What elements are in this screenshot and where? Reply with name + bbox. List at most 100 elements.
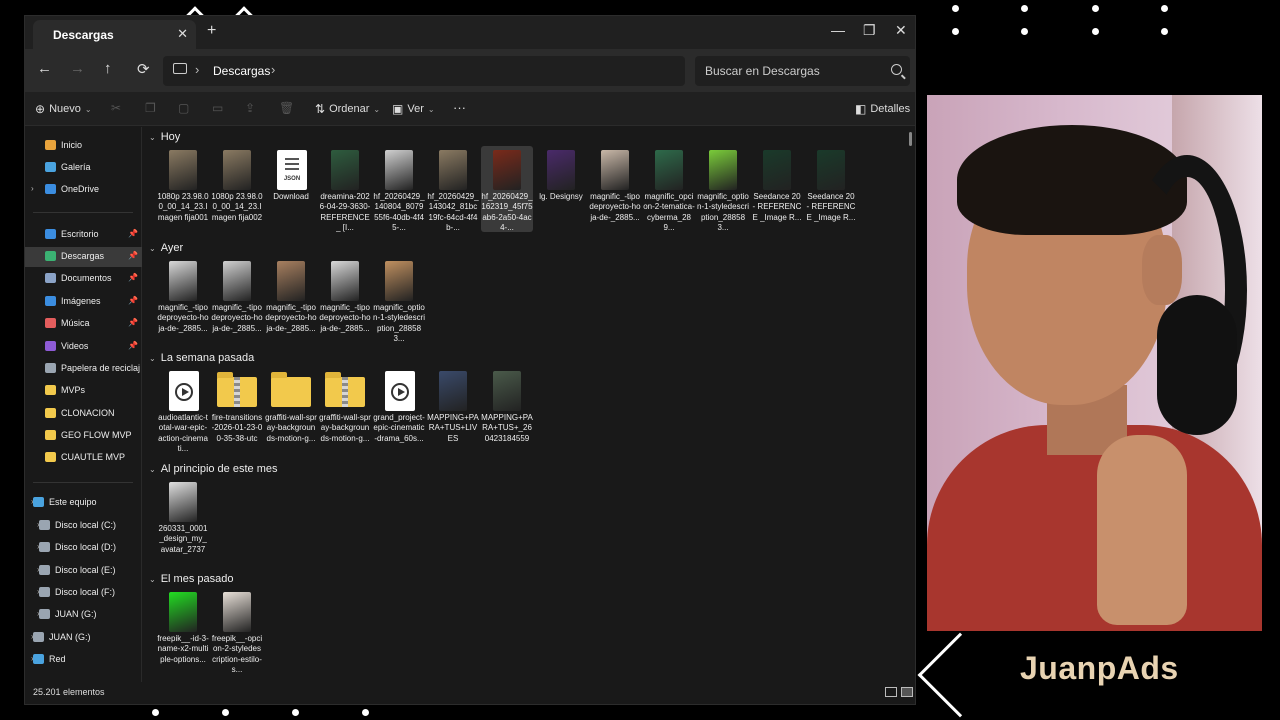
sidebar-item-disco-local-d[interactable]: ›Disco local (D:) [25,538,142,558]
copy-icon[interactable]: ❐ [145,101,156,115]
sidebar-item-clonacion[interactable]: CLONACION [25,404,142,424]
file-item[interactable]: 260331_0001_design_my_avatar_2737 [157,478,209,564]
file-item[interactable]: magnific_opcion-2-tematica-cyberma_289..… [643,146,695,232]
sidebar-item-m-sica[interactable]: Música 📌 [25,314,142,334]
group-header[interactable]: ⌄ Hoy [149,131,180,143]
share-icon[interactable]: ⇪ [245,101,255,115]
file-name: magnific_-tipodeproyecto-hoja-de-_2885..… [319,303,371,333]
details-button[interactable]: ◧ Detalles [855,102,910,116]
collapse-chevron-icon[interactable]: ⌄ [149,244,156,253]
file-item[interactable]: grand_project-epic-cinematic-drama_60s..… [373,367,425,453]
file-item[interactable]: magnific_-tipodeproyecto-hoja-de-_2885..… [265,257,317,343]
navigation-bar: ← → ↑ ⟳ › Descargas › Buscar en Descarga… [25,49,915,93]
sidebar-item-descargas[interactable]: Descargas 📌 [25,247,142,267]
up-button[interactable]: ↑ [104,60,112,77]
sidebar-item-inicio[interactable]: Inicio [25,136,142,156]
sidebar-item-disco-local-e[interactable]: ›Disco local (E:) [25,561,142,581]
sidebar-item-red[interactable]: ›Red [25,650,142,670]
new-tab-button[interactable]: + [207,22,216,40]
file-item[interactable]: magnific_-tipodeproyecto-hoja-de-_2885..… [211,257,263,343]
breadcrumb-descargas[interactable]: Descargas [213,64,270,78]
file-item[interactable]: hf_20260429_143042_81bc19fc-64cd-4f4b-..… [427,146,479,232]
file-item[interactable]: magnific_-tipodeproyecto-hoja-de-_2885..… [589,146,641,232]
file-item[interactable]: JSON Download [265,146,317,232]
sidebar-item-disco-local-f[interactable]: ›Disco local (F:) [25,583,142,603]
file-item[interactable]: Seedance 20 - REFERENCE _Image R... [751,146,803,232]
file-item[interactable]: freepik__-id-3-name-x2-multiple-options.… [157,588,209,674]
collapse-chevron-icon[interactable]: ⌄ [149,575,156,584]
sidebar-item-este-equipo[interactable]: ›Este equipo [25,493,142,513]
file-item[interactable]: MAPPING+PARA+TUS+LIVES [427,367,479,453]
sidebar-item-escritorio[interactable]: Escritorio 📌 [25,225,142,245]
file-item[interactable]: graffiti-wall-spray-backgrounds-motion-g… [319,367,371,453]
file-item[interactable]: audioatlantic-total-war-epic-action-cine… [157,367,209,453]
image-thumbnail [709,150,737,190]
file-item[interactable]: MAPPING+PARA+TUS+_260423184559 [481,367,533,453]
sidebar-item-onedrive[interactable]: › OneDrive [25,180,142,200]
pin-icon: 📌 [128,296,138,305]
maximize-button[interactable]: ❐ [863,22,876,39]
paste-icon[interactable]: ▢ [178,101,189,115]
details-label: Detalles [870,103,911,115]
sidebar-item-cuautle-mvp[interactable]: CUAUTLE MVP [25,448,142,468]
tiles-view-button[interactable] [901,687,913,697]
file-item[interactable]: magnific_-tipodeproyecto-hoja-de-_2885..… [157,257,209,343]
file-item[interactable]: Seedance 20 - REFERENCE _Image R... [805,146,857,232]
group-header[interactable]: ⌄ La semana pasada [149,352,254,364]
sidebar-item-label: Galería [61,162,91,172]
sidebar-item-geo-flow-mvp[interactable]: GEO FLOW MVP [25,426,142,446]
group-header[interactable]: ⌄ El mes pasado [149,573,233,585]
delete-icon[interactable]: 🗑 [279,101,294,115]
sidebar-item-videos[interactable]: Videos 📌 [25,337,142,357]
address-bar[interactable]: › Descargas › [163,56,685,86]
new-button[interactable]: ⊕ Nuevo ⌄ [35,102,92,116]
collapse-chevron-icon[interactable]: ⌄ [149,465,156,474]
file-item[interactable]: magnific_option-1-styledescription_28858… [697,146,749,232]
sidebar-item-galer-a[interactable]: Galería [25,158,142,178]
sidebar-item-papelera-de-reciclaje[interactable]: Papelera de reciclaje [25,359,142,379]
sidebar-item-juan-g[interactable]: ›JUAN (G:) [25,605,142,625]
file-item[interactable]: 1080p 23.98.00_00_14_23.Imagen fija001 [157,146,209,232]
sidebar-item-disco-local-c[interactable]: ›Disco local (C:) [25,516,142,536]
sort-button[interactable]: ⇅ Ordenar ⌄ [315,102,380,116]
file-item[interactable]: graffiti-wall-spray-backgrounds-motion-g… [265,367,317,453]
collapse-chevron-icon[interactable]: ⌄ [149,133,156,142]
view-button[interactable]: ▣ Ver ⌄ [392,102,435,116]
back-button[interactable]: ← [37,60,52,77]
scrollbar-thumb[interactable] [909,132,912,146]
sidebar-item-documentos[interactable]: Documentos 📌 [25,269,142,289]
sidebar-item-icon [45,296,56,306]
expand-chevron-icon[interactable]: › [31,184,34,193]
refresh-button[interactable]: ⟳ [137,60,150,78]
file-item[interactable]: freepik__-opcion-2-styledescription-esti… [211,588,263,674]
file-item[interactable]: hf_20260429_140804_807955f6-40db-4f45-..… [373,146,425,232]
search-input[interactable]: Buscar en Descargas [695,56,910,86]
cut-icon[interactable]: ✂ [111,101,121,115]
file-item[interactable]: magnific_-tipodeproyecto-hoja-de-_2885..… [319,257,371,343]
sidebar-item-mvps[interactable]: MVPs [25,381,142,401]
file-item[interactable]: lg. Designsy [535,146,587,232]
forward-button[interactable]: → [70,60,85,77]
sidebar-item-juan-g[interactable]: ›JUAN (G:) [25,628,142,648]
file-name: grand_project-epic-cinematic-drama_60s..… [373,413,425,443]
file-item[interactable]: fire-transitions-2026-01-23-00-35-38-utc [211,367,263,453]
rename-icon[interactable]: ▭ [212,101,223,115]
file-item[interactable]: dreamina-2026-04-29-3630-REFERENCE_ [I..… [319,146,371,232]
group-header[interactable]: ⌄ Al principio de este mes [149,463,277,475]
file-item[interactable]: 1080p 23.98.00_00_14_23.Imagen fija002 [211,146,263,232]
file-item[interactable]: hf_20260429_162319_45f75ab6-2a50-4ac4-..… [481,146,533,232]
details-view-button[interactable] [885,687,897,697]
more-options-button[interactable]: ··· [453,100,466,115]
file-name: 1080p 23.98.00_00_14_23.Imagen fija002 [211,192,263,222]
group-header[interactable]: ⌄ Ayer [149,242,183,254]
json-badge: JSON [283,176,301,182]
collapse-chevron-icon[interactable]: ⌄ [149,354,156,363]
minimize-button[interactable]: — [831,22,845,38]
sidebar-item-im-genes[interactable]: Imágenes 📌 [25,292,142,312]
tab-descargas[interactable]: Descargas ✕ [33,20,196,49]
sidebar-item-icon [39,587,50,597]
close-window-button[interactable]: ✕ [895,22,907,39]
tab-close-icon[interactable]: ✕ [177,26,188,42]
sidebar-item-icon [45,184,56,194]
file-item[interactable]: magnific_option-1-styledescription_28858… [373,257,425,343]
